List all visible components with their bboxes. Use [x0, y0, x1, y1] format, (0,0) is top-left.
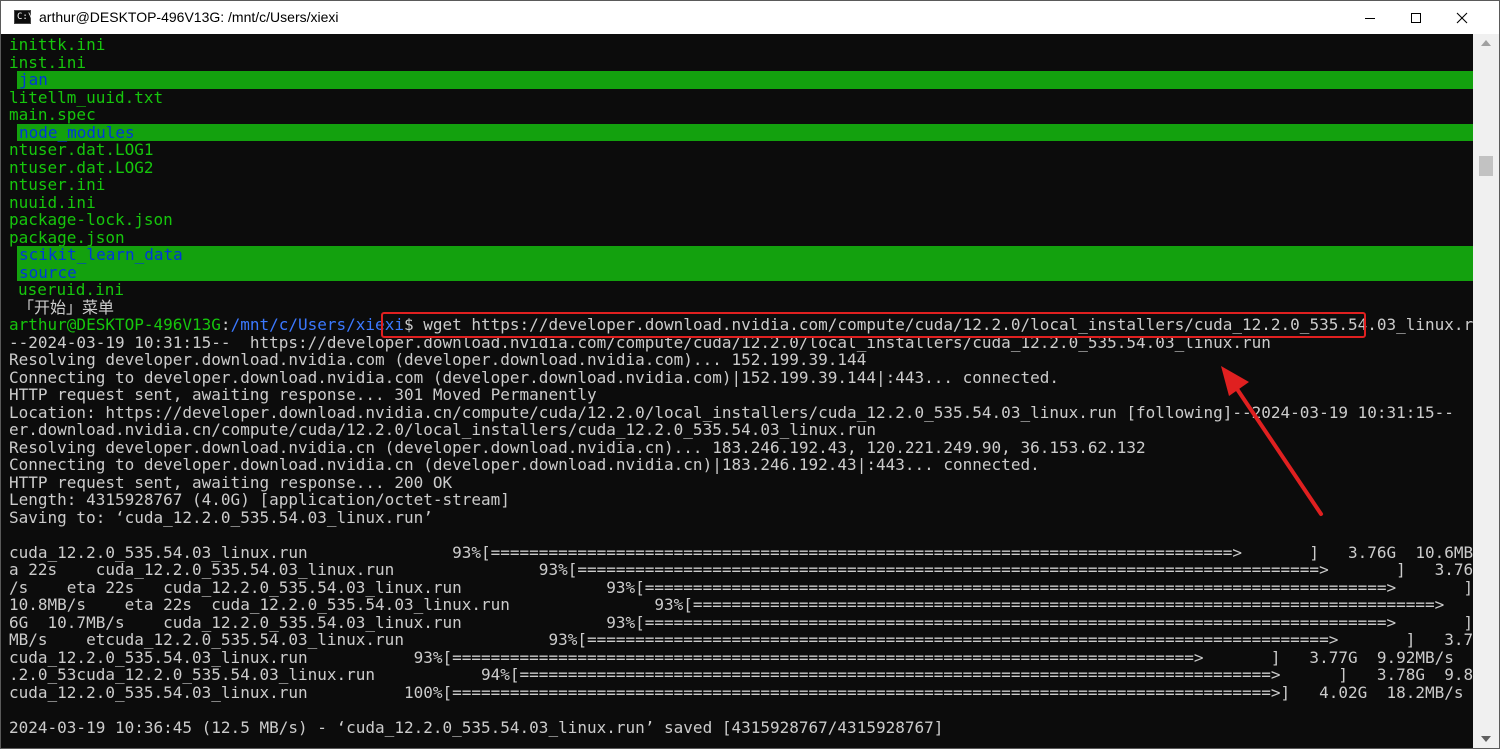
output-line: er.download.nvidia.cn/compute/cuda/12.2.… — [9, 420, 876, 439]
progress-line: cuda_12.2.0_535.54.03_linux.run 93%[====… — [9, 647, 1473, 667]
terminal-window: C:\ arthur@DESKTOP-496V13G: /mnt/c/Users… — [0, 0, 1500, 749]
listing-entry: inittk.ini — [9, 35, 106, 54]
console-icon-label: C:\ — [17, 12, 34, 22]
scroll-down-button[interactable] — [1473, 730, 1499, 748]
title-bar[interactable]: C:\ arthur@DESKTOP-496V13G: /mnt/c/Users… — [1, 1, 1499, 34]
progress-line: /s eta 22s cuda_12.2.0_535.54.03_linux.r… — [9, 577, 1473, 597]
output-line: 2024-03-19 10:36:45 (12.5 MB/s) - ‘cuda_… — [9, 717, 944, 737]
progress-line: a 22s cuda_12.2.0_535.54.03_linux.run 93… — [9, 560, 1473, 579]
output-line: Resolving developer.download.nvidia.com … — [9, 350, 867, 369]
prompt-path: /mnt/c/Users/xiexi — [230, 315, 404, 334]
progress-line: .2.0_53cuda_12.2.0_535.54.03_linux.run 9… — [9, 665, 1473, 684]
listing-entry: package.json — [9, 227, 125, 247]
command-highlight-box — [381, 312, 1366, 338]
output-line: HTTP request sent, awaiting response... … — [9, 472, 453, 492]
close-icon — [1456, 12, 1468, 23]
window-title: arthur@DESKTOP-496V13G: /mnt/c/Users/xie… — [39, 9, 339, 25]
listing-entry: main.spec — [9, 105, 96, 124]
listing-entry: useruid.ini — [18, 280, 124, 299]
output-line: Connecting to developer.download.nvidia.… — [9, 455, 1040, 474]
listing-entry: inst.ini — [9, 52, 87, 72]
listing-entry: litellm_uuid.txt — [9, 87, 164, 107]
close-button[interactable] — [1439, 1, 1485, 34]
maximize-button[interactable] — [1393, 1, 1439, 34]
listing-entry: ntuser.ini — [9, 175, 106, 194]
scroll-up-button[interactable] — [1473, 34, 1499, 52]
progress-line: MB/s etcuda_12.2.0_535.54.03_linux.run 9… — [9, 630, 1473, 649]
console-app-icon[interactable]: C:\ — [14, 10, 34, 24]
directory-highlight — [17, 123, 1473, 141]
output-line: Saving to: ‘cuda_12.2.0_535.54.03_linux.… — [9, 507, 433, 527]
output-line: Connecting to developer.download.nvidia.… — [9, 367, 1059, 387]
listing-entry: nuuid.ini — [9, 192, 96, 212]
listing-entry-dir: source — [19, 262, 77, 282]
progress-line: 10.8MB/s eta 22s cuda_12.2.0_535.54.03_l… — [9, 595, 1473, 614]
listing-entry-dir: jan — [19, 70, 48, 89]
output-line: HTTP request sent, awaiting response... … — [9, 385, 597, 404]
scroll-thumb[interactable] — [1479, 156, 1493, 176]
listing-entry-dir: scikit_learn_data — [19, 245, 183, 264]
directory-highlight — [17, 246, 1473, 281]
maximize-icon — [1411, 12, 1421, 23]
output-line: Length: 4315928767 (4.0G) [application/o… — [9, 490, 510, 509]
output-line: Resolving developer.download.nvidia.cn (… — [9, 437, 1146, 457]
progress-line: 6G 10.7MB/s cuda_12.2.0_535.54.03_linux.… — [9, 612, 1473, 632]
listing-entry: ntuser.dat.LOG1 — [9, 140, 154, 159]
listing-entry-dir: node_modules — [19, 122, 135, 142]
minimize-icon — [1365, 17, 1375, 19]
progress-line: cuda_12.2.0_535.54.03_linux.run 93%[====… — [9, 542, 1473, 562]
annotation-arrow-icon — [1221, 366, 1323, 516]
vertical-scrollbar[interactable] — [1473, 34, 1499, 748]
listing-entry: 「开始」菜单 — [18, 297, 115, 317]
chevron-up-icon — [1481, 40, 1491, 46]
minimize-button[interactable] — [1347, 1, 1393, 34]
progress-line: cuda_12.2.0_535.54.03_linux.run 100%[===… — [9, 682, 1473, 702]
listing-entry: ntuser.dat.LOG2 — [9, 157, 154, 177]
listing-entry: package-lock.json — [9, 210, 173, 229]
chevron-down-icon — [1481, 736, 1491, 742]
prompt-colon: : — [220, 315, 231, 334]
prompt-user-host: arthur@DESKTOP-496V13G — [9, 315, 221, 334]
directory-highlight — [17, 71, 1473, 89]
terminal-output[interactable]: inittk.ini inst.ini jan litellm_uuid.txt… — [1, 34, 1473, 748]
